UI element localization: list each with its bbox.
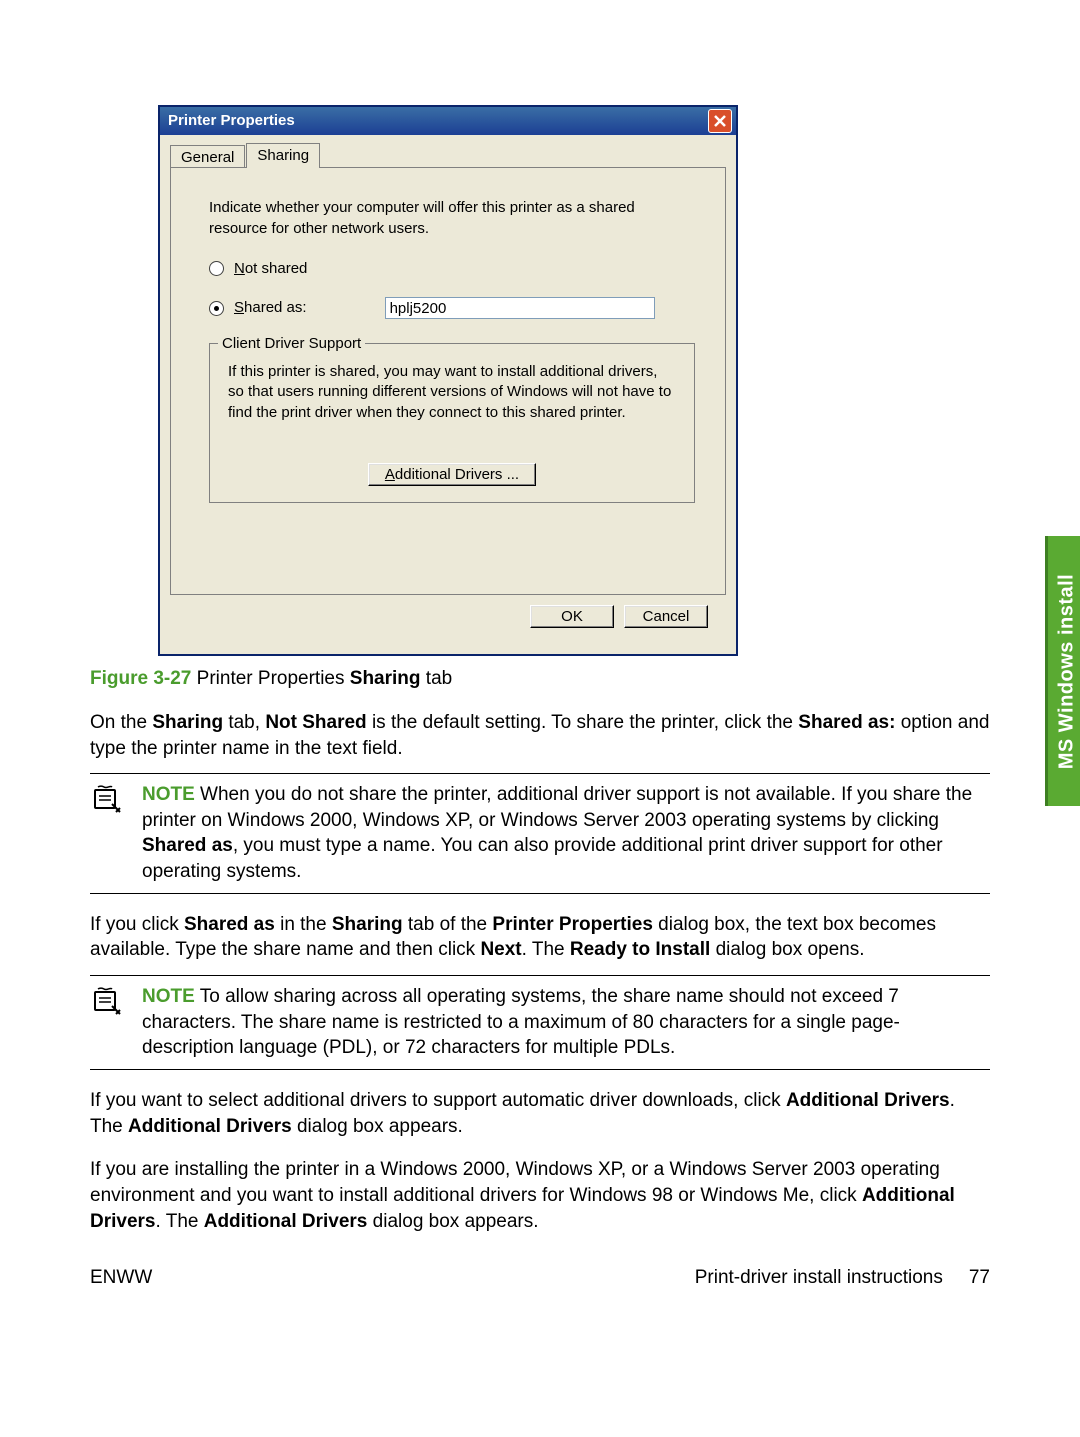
note-1-text: NOTE When you do not share the printer, …	[132, 782, 990, 885]
dialog-title: Printer Properties	[168, 111, 295, 131]
radio-not-shared-label: Not shared	[234, 259, 307, 279]
additional-drivers-button[interactable]: Additional Drivers ...	[368, 463, 536, 486]
client-driver-support-group: Client Driver Support If this printer is…	[209, 343, 695, 503]
dialog-footer: OK Cancel	[170, 595, 726, 644]
radio-icon	[209, 261, 224, 276]
paragraph-1: On the Sharing tab, Not Shared is the de…	[90, 710, 990, 761]
radio-icon	[209, 301, 224, 316]
note-2: NOTE To allow sharing across all operati…	[90, 975, 990, 1070]
note-1: NOTE When you do not share the printer, …	[90, 773, 990, 894]
paragraph-3: If you want to select additional drivers…	[90, 1088, 990, 1139]
footer-left: ENWW	[90, 1265, 152, 1291]
note-icon	[90, 984, 124, 1061]
radio-not-shared[interactable]: Not shared	[209, 259, 695, 279]
printer-properties-dialog: Printer Properties General Sharing Indic…	[158, 105, 738, 656]
ok-button[interactable]: OK	[530, 605, 614, 628]
dialog-titlebar: Printer Properties	[160, 107, 736, 135]
section-side-tab: MS Windows install	[1045, 536, 1080, 806]
cancel-button[interactable]: Cancel	[624, 605, 708, 628]
fieldset-legend: Client Driver Support	[218, 334, 365, 354]
sharing-panel: Indicate whether your computer will offe…	[170, 167, 726, 595]
footer-right: Print-driver install instructions77	[695, 1265, 990, 1291]
figure-number: Figure 3-27	[90, 668, 191, 689]
paragraph-4: If you are installing the printer in a W…	[90, 1157, 990, 1234]
note-icon	[90, 782, 124, 885]
share-name-input[interactable]	[385, 297, 655, 319]
radio-shared-as[interactable]: Shared as:	[209, 297, 695, 319]
radio-shared-label: Shared as:	[234, 298, 307, 318]
note-2-text: NOTE To allow sharing across all operati…	[132, 984, 990, 1061]
sharing-intro: Indicate whether your computer will offe…	[209, 198, 695, 239]
page-footer: ENWW Print-driver install instructions77	[90, 1265, 990, 1291]
tab-sharing[interactable]: Sharing	[246, 143, 320, 168]
paragraph-2: If you click Shared as in the Sharing ta…	[90, 912, 990, 963]
fieldset-text: If this printer is shared, you may want …	[228, 362, 676, 423]
figure-caption: Figure 3-27 Printer Properties Sharing t…	[90, 666, 990, 692]
dialog-body: General Sharing Indicate whether your co…	[160, 135, 736, 654]
tabs: General Sharing	[170, 143, 726, 168]
close-icon[interactable]	[708, 109, 732, 133]
